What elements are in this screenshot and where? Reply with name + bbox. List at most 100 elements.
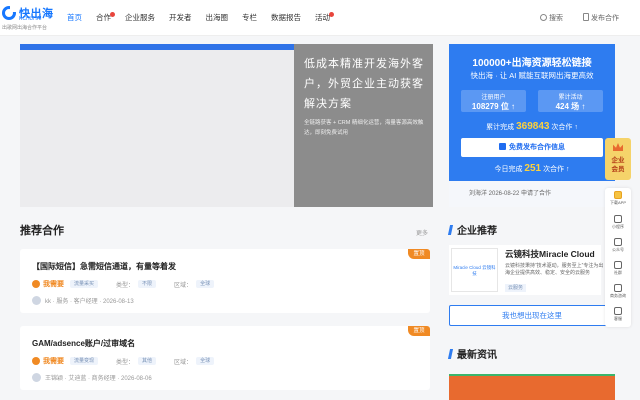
category-chip: 流量采买 (70, 280, 99, 288)
banner-description: 全链路获客 + CRM 精细化运营，海量客源高效触达，即刻免费试用 (304, 120, 424, 136)
mini-program-icon (614, 215, 622, 223)
more-link[interactable]: 更多 (416, 228, 428, 237)
tool-list: 下载APP 小程序 公众号 社群 商务咨询 客服 (605, 188, 631, 327)
business-consult-button[interactable]: 商务咨询 (605, 281, 631, 304)
meta-text: kk · 服务 · 客户经理 · 2026-08-13 (45, 299, 134, 305)
edit-icon (499, 143, 506, 150)
nav-item-home[interactable]: 首页 (60, 0, 89, 36)
avatar (32, 296, 41, 305)
news-thumbnail[interactable] (449, 374, 615, 400)
today-prefix: 今日完成 (494, 166, 523, 173)
need-text: 我需要 (43, 281, 64, 288)
stat-label: 注册用户 (481, 95, 506, 101)
nav-label: 数据报告 (271, 13, 301, 22)
card-title[interactable]: 【国际短信】急需短信通道，有量等着发 (32, 261, 176, 272)
avatar (32, 373, 41, 382)
card-attributes: 我需要 流量采买 类型： 不限 区域： 全球 (32, 279, 232, 289)
search-icon (540, 14, 547, 21)
activity-feed: 刘海洋 2026-08-22 申请了合作 (449, 181, 615, 207)
company-name[interactable]: 云镜科技Miracle Cloud (505, 248, 595, 260)
nav-item-column[interactable]: 专栏 (235, 0, 264, 36)
type-chip: 不限 (138, 280, 157, 288)
top-header: 快出海 KCHUHAI 出歌网出海合作平台 首页 合作 企业服务 开发者 出海圈… (0, 0, 640, 36)
nav-label: 专栏 (242, 13, 257, 22)
nav-item-developer[interactable]: 开发者 (162, 0, 199, 36)
notification-dot-icon (110, 12, 115, 17)
nav-item-enterprise-service[interactable]: 企业服务 (118, 0, 162, 36)
nav-item-circle[interactable]: 出海圈 (199, 0, 236, 36)
nav-label: 开发者 (169, 13, 192, 22)
official-account-button[interactable]: 公众号 (605, 235, 631, 258)
total-cooperation-count: 累计完成 369843 次合作 ↑ (449, 121, 615, 132)
stat-value: 424 场 ↑ (555, 102, 586, 111)
appear-here-button[interactable]: 我也想出现在这里 (449, 305, 615, 326)
company-tag: 云服务 (505, 284, 527, 292)
enterprise-vip-button[interactable]: 企业 会员 (605, 138, 631, 180)
publish-label: 发布合作 (591, 15, 619, 22)
site-logo[interactable]: 快出海 KCHUHAI 出歌网出海合作平台 (2, 5, 54, 31)
type-label: 类型： (116, 282, 135, 289)
nav-item-data-report[interactable]: 数据报告 (264, 0, 308, 36)
publish-cooperation-cta-button[interactable]: 免费发布合作信息 (461, 138, 603, 157)
cooperation-card[interactable]: 置顶 【国际短信】急需短信通道，有量等着发 我需要 流量采买 类型： 不限 区域… (20, 249, 430, 313)
nav-item-events[interactable]: 活动 (308, 0, 337, 36)
stat-total-events: 累计活动 424 场 ↑ (538, 90, 603, 112)
promo-title: 100000+出海资源轻松链接 (472, 58, 592, 69)
promo-subtitle: 快出海 · 让 AI 赋能互联网出海更高效 (470, 71, 594, 80)
app-icon (614, 191, 622, 199)
logo-english: KCHUHAI (19, 16, 42, 22)
section-title-text: 最新资讯 (457, 350, 497, 361)
recommend-section-title: 推荐合作 (20, 225, 64, 237)
vip-label-line2: 会员 (611, 166, 625, 173)
card-meta: 王锦颖 · 艾迪蓝 · 商务经理 · 2026-08-06 (32, 373, 152, 382)
nav-label: 企业服务 (125, 13, 155, 22)
hero-banner[interactable]: 低成本精准开发海外客户，外贸企业主动获客解决方案 全链路获客 + CRM 精细化… (20, 44, 433, 207)
nav-label: 合作 (96, 13, 111, 22)
community-button[interactable]: 社群 (605, 258, 631, 281)
nav-label: 活动 (315, 13, 330, 22)
section-marker-icon (447, 349, 454, 359)
publish-cooperation-button[interactable]: 发布合作 (583, 13, 619, 23)
category-chip: 流量变现 (70, 357, 99, 365)
progress-value: 369843 (516, 121, 550, 132)
document-icon (583, 13, 589, 21)
card-meta: kk · 服务 · 客户经理 · 2026-08-13 (32, 296, 134, 305)
community-icon (614, 261, 622, 269)
nav-item-cooperation[interactable]: 合作 (89, 0, 118, 36)
banner-accent-bar (20, 44, 294, 50)
stat-label: 累计活动 (558, 95, 583, 101)
need-icon (32, 357, 40, 365)
type-label: 类型： (116, 359, 135, 366)
tool-label: 客服 (614, 316, 622, 321)
wechat-icon (614, 238, 622, 246)
download-app-button[interactable]: 下载APP (605, 188, 631, 212)
card-title[interactable]: GAM/adsence账户/过审域名 (32, 338, 135, 349)
tool-label: 下载APP (609, 200, 626, 205)
progress-suffix: 次合作 ↑ (551, 124, 578, 131)
nav-label: 首页 (67, 13, 82, 22)
customer-service-button[interactable]: 客服 (605, 304, 631, 327)
today-cooperation-count: 今日完成 251 次合作 ↑ (449, 163, 615, 174)
need-label: 我需要 (32, 356, 64, 366)
cooperation-card[interactable]: 置顶 GAM/adsence账户/过审域名 我需要 流量变现 类型： 其他 区域… (20, 326, 430, 390)
section-title-text: 企业推荐 (457, 226, 497, 237)
need-icon (32, 280, 40, 288)
search-button[interactable]: 搜索 (540, 13, 563, 23)
resource-promo-panel: 100000+出海资源轻松链接 快出海 · 让 AI 赋能互联网出海更高效 注册… (449, 44, 615, 207)
company-description: 云镜科技秉持“技术驱动，服务至上”专注为出海企业提供高效、稳定、安全的云服务 (505, 263, 604, 276)
card-attributes: 我需要 流量变现 类型： 其他 区域： 全球 (32, 356, 232, 366)
banner-text-panel: 低成本精准开发海外客户，外贸企业主动获客解决方案 全链路获客 + CRM 精细化… (294, 44, 433, 207)
mini-program-button[interactable]: 小程序 (605, 212, 631, 235)
need-label: 我需要 (32, 279, 64, 289)
company-card[interactable]: Miracle Cloud 云镜科技 云镜科技Miracle Cloud 云镜科… (449, 245, 603, 295)
vip-label-line1: 企业 (611, 157, 625, 164)
logo-subtitle: 出歌网出海合作平台 (2, 25, 48, 31)
company-section-title: 企业推荐 (447, 222, 497, 237)
section-marker-icon (447, 225, 454, 235)
news-section-title: 最新资讯 (447, 346, 497, 361)
pinned-badge: 置顶 (408, 249, 430, 259)
tool-label: 商务咨询 (610, 293, 626, 298)
tool-label: 公众号 (612, 247, 624, 252)
main-nav: 首页 合作 企业服务 开发者 出海圈 专栏 数据报告 活动 (60, 0, 337, 36)
region-label: 区域： (174, 359, 193, 366)
